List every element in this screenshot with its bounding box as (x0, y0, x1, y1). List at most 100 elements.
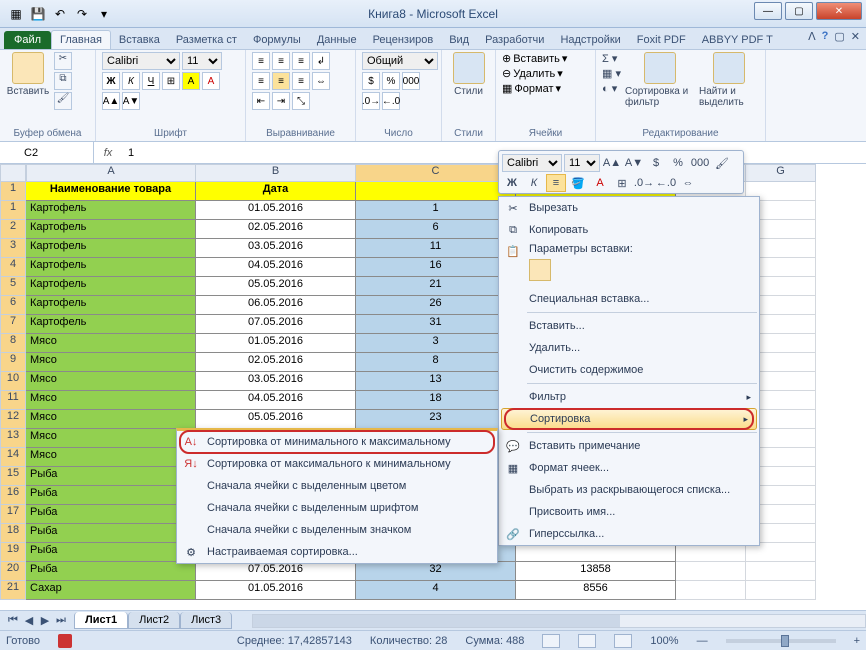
tab-home[interactable]: Главная (51, 30, 111, 49)
sheet-nav-last-icon[interactable]: ⏭ (54, 614, 68, 627)
row-header[interactable]: 12 (0, 410, 26, 429)
cell[interactable]: Картофель (26, 258, 196, 277)
font-name-select[interactable]: Calibri (102, 52, 180, 70)
sort-filter-button[interactable]: Сортировка и фильтр (625, 52, 695, 108)
cell[interactable]: Рыба (26, 505, 196, 524)
row-header[interactable]: 6 (0, 296, 26, 315)
row-header[interactable]: 21 (0, 581, 26, 600)
bold-button[interactable]: Ж (102, 72, 120, 90)
cell[interactable]: 32 (356, 562, 516, 581)
percent-icon[interactable]: % (382, 72, 400, 90)
font-size-select[interactable]: 11 (182, 52, 222, 70)
cell[interactable]: Мясо (26, 448, 196, 467)
zoom-slider[interactable] (726, 639, 836, 643)
cell[interactable]: 1 (356, 201, 516, 220)
cell[interactable]: 26 (356, 296, 516, 315)
sheet-tab-2[interactable]: Лист2 (128, 612, 180, 629)
cell[interactable] (676, 581, 746, 600)
cell[interactable]: 07.05.2016 (196, 562, 356, 581)
cell[interactable]: 04.05.2016 (196, 391, 356, 410)
cell[interactable]: Рыба (26, 524, 196, 543)
cell[interactable]: Рыба (26, 562, 196, 581)
mini-grow-font-icon[interactable]: A▲ (602, 154, 622, 172)
cell[interactable]: 21 (356, 277, 516, 296)
mini-italic-icon[interactable]: К (524, 174, 544, 192)
mini-font-select[interactable]: Calibri (502, 154, 562, 172)
cut-icon[interactable]: ✂ (54, 52, 72, 70)
horizontal-scrollbar[interactable] (252, 614, 866, 628)
doc-close-icon[interactable]: ✕ (851, 30, 860, 43)
align-right-icon[interactable]: ≡ (292, 72, 310, 90)
zoom-out-icon[interactable]: — (697, 635, 708, 647)
mini-currency-icon[interactable]: $ (646, 154, 666, 172)
cell[interactable]: Картофель (26, 201, 196, 220)
close-button[interactable]: ✕ (816, 2, 862, 20)
mini-shrink-font-icon[interactable]: A▼ (624, 154, 644, 172)
cell[interactable]: 8556 (516, 581, 676, 600)
italic-button[interactable]: К (122, 72, 140, 90)
maximize-button[interactable]: ▢ (785, 2, 813, 20)
fx-icon[interactable]: fx (94, 147, 122, 159)
cell[interactable]: 05.05.2016 (196, 410, 356, 429)
format-painter-icon[interactable]: 🖌 (54, 92, 72, 110)
tab-layout[interactable]: Разметка ст (168, 31, 245, 49)
cell[interactable]: 13 (356, 372, 516, 391)
mini-fill-color-icon[interactable]: 🪣 (568, 174, 588, 192)
wrap-text-icon[interactable]: ↲ (312, 52, 330, 70)
cell[interactable]: 16 (356, 258, 516, 277)
paste-default-icon[interactable] (529, 259, 551, 281)
file-tab[interactable]: Файл (4, 31, 51, 49)
cell[interactable]: 04.05.2016 (196, 258, 356, 277)
mini-comma-icon[interactable]: 000 (690, 154, 710, 172)
sheet-nav-next-icon[interactable]: ▶ (38, 614, 52, 627)
row-header[interactable]: 14 (0, 448, 26, 467)
cell[interactable]: 11 (356, 239, 516, 258)
doc-restore-icon[interactable]: ▢ (834, 30, 844, 43)
tab-foxit[interactable]: Foxit PDF (629, 31, 694, 49)
cell[interactable]: Картофель (26, 296, 196, 315)
align-bot-icon[interactable]: ≡ (292, 52, 310, 70)
redo-icon[interactable]: ↷ (72, 4, 92, 24)
mini-format-painter-icon[interactable]: 🖌 (712, 154, 732, 172)
cell[interactable]: 13858 (516, 562, 676, 581)
cell[interactable]: Картофель (26, 277, 196, 296)
mini-percent-icon[interactable]: % (668, 154, 688, 172)
mini-border-icon[interactable]: ⊞ (612, 174, 632, 192)
ctx-dropdown-list[interactable]: Выбрать из раскрывающегося списка... (499, 479, 759, 501)
sheet-nav-first-icon[interactable]: ⏮ (6, 614, 20, 627)
ctx-insert[interactable]: Вставить... (499, 315, 759, 337)
minimize-ribbon-icon[interactable]: ᐱ (808, 30, 816, 43)
mini-dec-dec-icon[interactable]: ←.0 (656, 174, 676, 192)
sheet-tab-3[interactable]: Лист3 (180, 612, 232, 629)
cell[interactable]: 31 (356, 315, 516, 334)
cell[interactable] (746, 581, 816, 600)
dec-decimal-icon[interactable]: ←.0 (382, 92, 400, 110)
cell[interactable]: 4 (356, 581, 516, 600)
cell[interactable]: 01.05.2016 (196, 334, 356, 353)
ctx-paste-special[interactable]: Специальная вставка... (499, 288, 759, 310)
cell[interactable] (746, 562, 816, 581)
mini-inc-dec-icon[interactable]: .0→ (634, 174, 654, 192)
underline-button[interactable]: Ч (142, 72, 160, 90)
align-center-icon[interactable]: ≡ (272, 72, 290, 90)
clear-icon[interactable]: ◐ ▾ (602, 82, 621, 95)
qat-more-icon[interactable]: ▾ (94, 4, 114, 24)
cell[interactable]: Мясо (26, 353, 196, 372)
cell[interactable]: 6 (356, 220, 516, 239)
sheet-tab-1[interactable]: Лист1 (74, 612, 128, 629)
column-header[interactable]: A (26, 164, 196, 182)
cell[interactable]: Картофель (26, 315, 196, 334)
macro-record-icon[interactable] (58, 634, 72, 648)
cell[interactable]: 3 (356, 334, 516, 353)
zoom-level[interactable]: 100% (650, 635, 678, 647)
align-top-icon[interactable]: ≡ (252, 52, 270, 70)
cell[interactable]: 02.05.2016 (196, 353, 356, 372)
cells-delete-button[interactable]: ⊖ Удалить ▾ (502, 67, 563, 80)
cell[interactable]: 8 (356, 353, 516, 372)
copy-icon[interactable]: ⧉ (54, 72, 72, 90)
cell[interactable]: Мясо (26, 391, 196, 410)
tab-developer[interactable]: Разработчи (477, 31, 552, 49)
indent-dec-icon[interactable]: ⇤ (252, 92, 270, 110)
tab-data[interactable]: Данные (309, 31, 365, 49)
row-header[interactable]: 2 (0, 220, 26, 239)
